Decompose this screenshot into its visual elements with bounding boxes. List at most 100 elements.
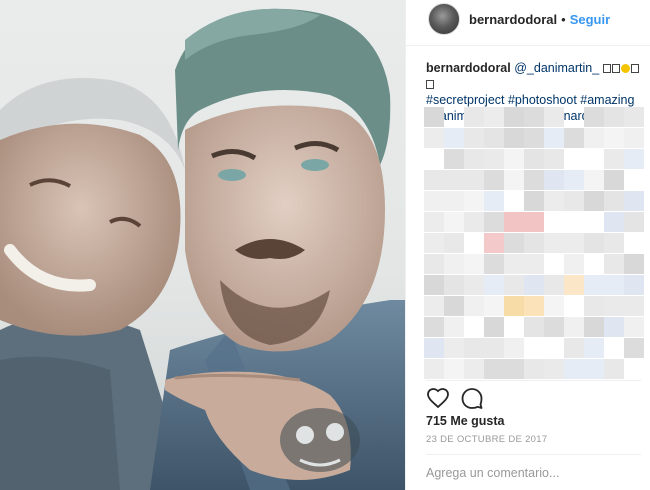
pixel-block (444, 296, 464, 316)
pixel-block (444, 275, 464, 295)
pixel-block (484, 233, 504, 253)
pixel-block (424, 233, 444, 253)
pixel-block (544, 233, 564, 253)
pixel-block (624, 212, 644, 232)
pixel-block (584, 191, 604, 211)
pixel-block (604, 191, 624, 211)
pixel-block (604, 212, 624, 232)
emoji-box-icon (630, 64, 639, 73)
pixel-block (584, 359, 604, 379)
pixel-block (564, 254, 584, 274)
caption-hashtags-line1[interactable]: #secretproject #photoshoot #amazing (426, 93, 634, 107)
actions-divider (426, 380, 641, 381)
pixel-block (544, 275, 564, 295)
pixel-block (484, 107, 504, 127)
pixel-block (524, 128, 544, 148)
pixel-block (584, 338, 604, 358)
header-divider (406, 45, 650, 46)
pixel-block (504, 233, 524, 253)
pixel-block (624, 128, 644, 148)
pixel-block (464, 338, 484, 358)
pixel-block (544, 191, 564, 211)
pixel-block (424, 359, 444, 379)
pixel-block (544, 296, 564, 316)
pixel-block (524, 149, 544, 169)
pixel-block (584, 128, 604, 148)
header-username[interactable]: bernardodoral (469, 12, 557, 27)
pixel-block (444, 128, 464, 148)
pixel-block (564, 359, 584, 379)
pixel-block (584, 107, 604, 127)
pixel-block (484, 191, 504, 211)
pixel-block (424, 254, 444, 274)
pixel-block (464, 128, 484, 148)
pixel-block (584, 317, 604, 337)
follow-button[interactable]: Seguir (570, 12, 610, 27)
pixel-block (424, 212, 444, 232)
pixel-block (584, 296, 604, 316)
caption-username[interactable]: bernardodoral (426, 61, 511, 75)
pixel-block (504, 170, 524, 190)
pixel-block (504, 254, 524, 274)
comment-divider (426, 454, 641, 455)
pixel-block (604, 107, 624, 127)
pixel-block (484, 212, 504, 232)
pixel-block (604, 275, 624, 295)
pixel-block (524, 275, 544, 295)
pixel-block (564, 191, 584, 211)
pixel-block (624, 275, 644, 295)
pixel-block (464, 107, 484, 127)
pixel-block (424, 296, 444, 316)
avatar[interactable] (428, 3, 460, 35)
pixel-block (444, 170, 464, 190)
pixel-block (504, 296, 524, 316)
comment-input[interactable] (426, 462, 641, 484)
pixel-block (484, 254, 504, 274)
pixel-block (584, 275, 604, 295)
pixel-block (544, 107, 564, 127)
pixel-block (504, 107, 524, 127)
pixel-block (524, 107, 544, 127)
pixel-block (464, 254, 484, 274)
post-photo[interactable] (0, 0, 405, 490)
pixel-block (464, 191, 484, 211)
pixel-block (444, 191, 464, 211)
pixel-block (444, 149, 464, 169)
pixel-block (504, 128, 524, 148)
heart-icon[interactable] (426, 386, 450, 410)
pixel-block (484, 338, 504, 358)
pixel-block (624, 317, 644, 337)
pixel-block (524, 191, 544, 211)
pixel-block (524, 212, 544, 232)
pixel-block (544, 170, 564, 190)
pixel-block (424, 275, 444, 295)
pixel-block (424, 338, 444, 358)
pixel-block (504, 212, 524, 232)
pixel-block (564, 233, 584, 253)
emoji-sun-icon (620, 64, 630, 73)
likes-count[interactable]: 715 Me gusta (426, 414, 505, 428)
comment-bubble-icon[interactable] (460, 386, 484, 410)
pixel-block (544, 128, 564, 148)
pixel-block (584, 170, 604, 190)
emoji-box-icon (602, 64, 611, 73)
pixel-block (624, 296, 644, 316)
caption-mention[interactable]: @_danimartin_ (514, 61, 599, 75)
pixel-block (564, 275, 584, 295)
pixel-block (444, 212, 464, 232)
pixel-block (564, 128, 584, 148)
pixel-block (524, 317, 544, 337)
pixel-block (464, 212, 484, 232)
pixel-block (484, 317, 504, 337)
pixel-block (464, 359, 484, 379)
pixel-block (524, 254, 544, 274)
post-actions (426, 385, 494, 411)
pixel-block (544, 317, 564, 337)
post-side-panel: bernardodoral • Seguir bernardodoral @_d… (405, 0, 650, 490)
pixel-block (624, 338, 644, 358)
pixel-block (444, 254, 464, 274)
pixel-block (524, 233, 544, 253)
pixel-block (484, 128, 504, 148)
pixel-block (444, 338, 464, 358)
pixel-block (464, 296, 484, 316)
